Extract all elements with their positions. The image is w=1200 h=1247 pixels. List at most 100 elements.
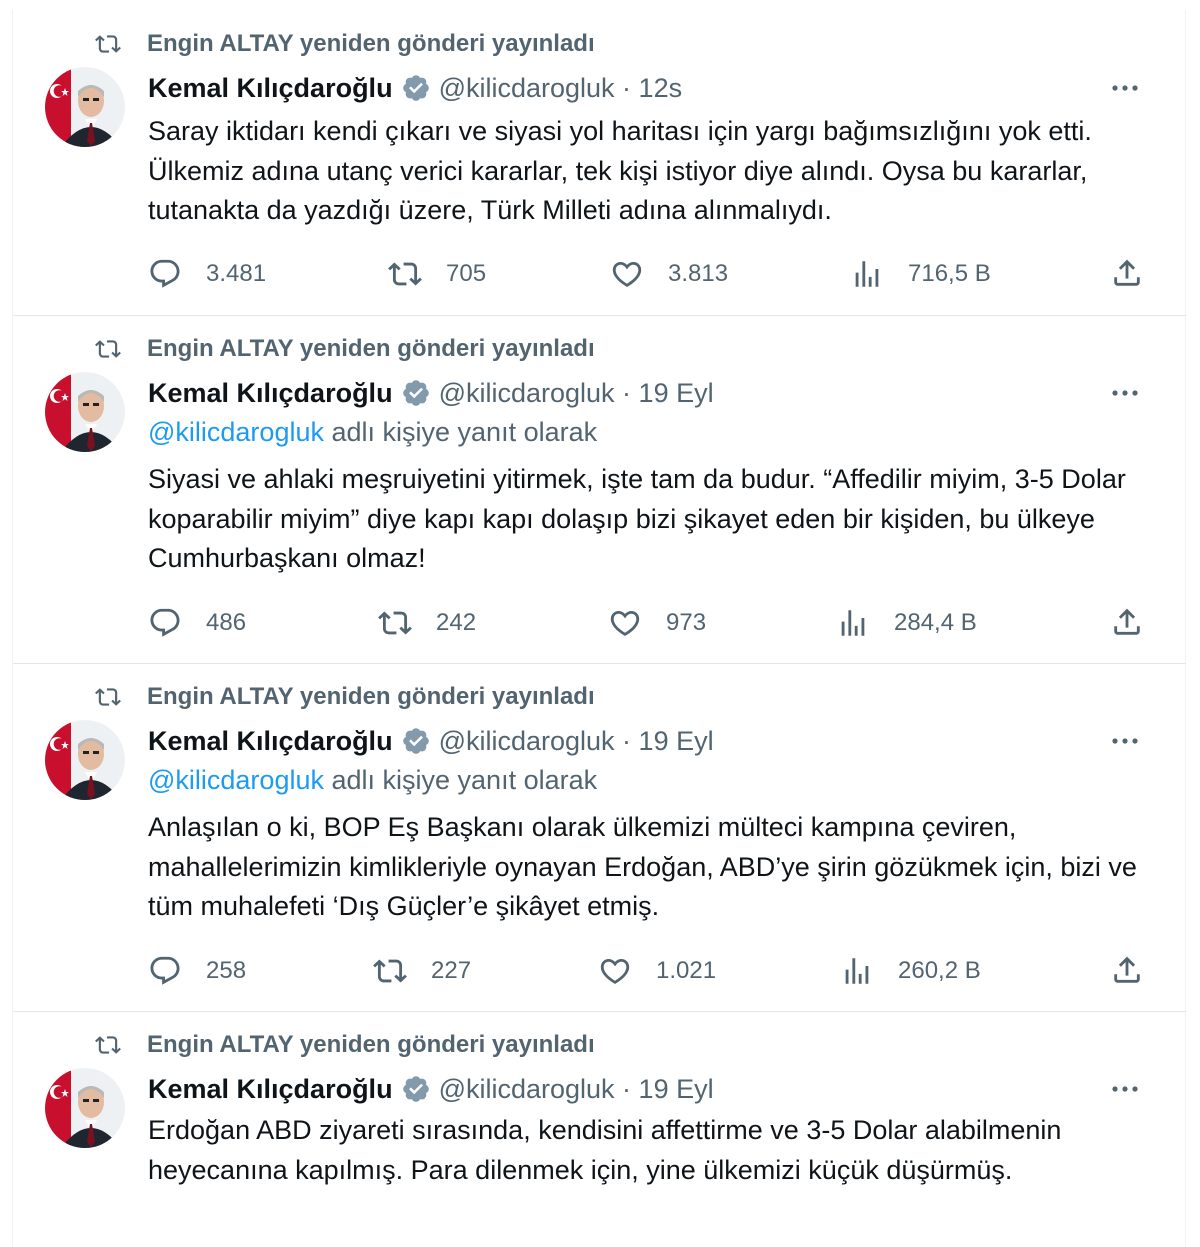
tweet-text: Saray iktidarı kendi çıkarı ve siyasi yo… [148,116,1092,225]
retweet-label[interactable]: Engin ALTAY yeniden gönderi yayınladı [147,335,595,363]
retweet-indicator: Engin ALTAY yeniden gönderi yayınladı [91,335,595,363]
author-handle[interactable]: @kilicdarogluk [439,73,615,104]
views-button[interactable]: 284,4 B [836,605,977,641]
retweet-icon [373,954,407,988]
author-handle[interactable]: @kilicdarogluk [439,726,615,757]
author-name[interactable]: Kemal Kılıçdaroğlu [148,73,393,104]
retweet-label[interactable]: Engin ALTAY yeniden gönderi yayınladı [147,1031,595,1059]
retweet-icon [91,336,125,362]
retweet-icon [91,1032,125,1058]
author-name[interactable]: Kemal Kılıçdaroğlu [148,726,393,757]
avatar[interactable] [45,720,125,800]
author-name[interactable]: Kemal Kılıçdaroğlu [148,1074,393,1105]
reply-to-link[interactable]: @kilicdarogluk [148,765,324,795]
more-options-icon[interactable] [1110,388,1140,398]
retweet-button[interactable]: 227 [373,953,471,989]
tweet-actions: 3.481 705 3.813 716,5 B [148,256,1158,292]
heart-icon [608,606,642,640]
verified-badge-icon [401,1074,431,1104]
heart-icon [598,954,632,988]
tweet-header: Kemal Kılıçdaroğlu @kilicdarogluk · 19 E… [148,723,714,759]
reply-count: 258 [206,957,247,984]
share-icon[interactable] [1110,605,1144,639]
reply-count: 486 [206,609,247,636]
views-count: 284,4 B [894,609,977,636]
tweet-text: Anlaşılan o ki, BOP Eş Başkanı olarak ül… [148,812,1137,921]
retweet-icon [91,684,125,710]
reply-to-label: adlı kişiye yanıt olarak [323,417,598,447]
reply-context: @kilicdarogluk adlı kişiye yanıt olarak [148,765,597,796]
tweet-item[interactable]: Engin ALTAY yeniden gönderi yayınladı Ke… [13,1011,1186,1247]
reply-icon [148,954,182,988]
avatar[interactable] [45,1068,125,1148]
retweet-indicator: Engin ALTAY yeniden gönderi yayınladı [91,1031,595,1059]
tweet-item[interactable]: Engin ALTAY yeniden gönderi yayınladı Ke… [13,10,1186,316]
reply-to-label: adlı kişiye yanıt olarak [323,765,598,795]
share-icon[interactable] [1110,953,1144,987]
share-icon[interactable] [1110,256,1144,290]
avatar[interactable] [45,372,125,452]
reply-icon [148,606,182,640]
reply-button[interactable]: 3.481 [148,256,266,292]
more-options-icon[interactable] [1110,1084,1140,1094]
retweet-button[interactable]: 705 [388,256,486,292]
tweet-time[interactable]: 19 Eyl [639,726,714,757]
verified-badge-icon [401,73,431,103]
like-button[interactable]: 1.021 [598,953,716,989]
tweet-item[interactable]: Engin ALTAY yeniden gönderi yayınladı Ke… [13,315,1186,664]
reply-button[interactable]: 258 [148,953,246,989]
reply-button[interactable]: 486 [148,605,246,641]
retweet-icon [91,31,125,57]
tweet-header: Kemal Kılıçdaroğlu @kilicdarogluk · 12s [148,70,682,106]
separator-dot: · [614,1073,639,1104]
retweet-count: 227 [431,957,472,984]
reply-context: @kilicdarogluk adlı kişiye yanıt olarak [148,417,597,448]
verified-badge-icon [401,726,431,756]
avatar[interactable] [45,67,125,147]
author-handle[interactable]: @kilicdarogluk [439,378,615,409]
author-name[interactable]: Kemal Kılıçdaroğlu [148,378,393,409]
author-handle[interactable]: @kilicdarogluk [439,1074,615,1105]
reply-count: 3.481 [206,260,267,287]
like-button[interactable]: 973 [608,605,706,641]
views-count: 260,2 B [898,957,981,984]
tweet-text: Siyasi ve ahlaki meşruiyetini yitirmek, … [148,464,1126,573]
tweet-actions: 486 242 973 284,4 B [148,605,1158,641]
separator-dot: · [614,72,639,103]
views-count: 716,5 B [908,260,991,287]
tweet-time[interactable]: 19 Eyl [639,378,714,409]
views-button[interactable]: 716,5 B [850,256,991,292]
tweet-time[interactable]: 19 Eyl [639,1074,714,1105]
retweet-label[interactable]: Engin ALTAY yeniden gönderi yayınladı [147,30,595,58]
reply-icon [148,257,182,291]
separator-dot: · [614,725,639,756]
tweet-header: Kemal Kılıçdaroğlu @kilicdarogluk · 19 E… [148,1071,714,1107]
retweet-count: 705 [446,260,487,287]
like-count: 1.021 [656,957,717,984]
views-chart-icon [836,606,870,640]
heart-icon [610,257,644,291]
tweet-item[interactable]: Engin ALTAY yeniden gönderi yayınladı Ke… [13,663,1186,1012]
like-count: 973 [666,609,707,636]
more-options-icon[interactable] [1110,83,1140,93]
views-button[interactable]: 260,2 B [840,953,981,989]
retweet-indicator: Engin ALTAY yeniden gönderi yayınladı [91,30,595,58]
retweet-icon [388,257,422,291]
tweet-actions: 258 227 1.021 260,2 B [148,953,1158,989]
retweet-count: 242 [436,609,477,636]
like-button[interactable]: 3.813 [610,256,728,292]
verified-badge-icon [401,378,431,408]
tweet-time[interactable]: 12s [639,73,683,104]
retweet-icon [378,606,412,640]
views-chart-icon [840,954,874,988]
reply-to-link[interactable]: @kilicdarogluk [148,417,324,447]
views-chart-icon [850,257,884,291]
separator-dot: · [614,377,639,408]
more-options-icon[interactable] [1110,736,1140,746]
tweet-text: Erdoğan ABD ziyareti sırasında, kendisin… [148,1115,1062,1185]
retweet-indicator: Engin ALTAY yeniden gönderi yayınladı [91,683,595,711]
retweet-label[interactable]: Engin ALTAY yeniden gönderi yayınladı [147,683,595,711]
tweet-header: Kemal Kılıçdaroğlu @kilicdarogluk · 19 E… [148,375,714,411]
like-count: 3.813 [668,260,729,287]
retweet-button[interactable]: 242 [378,605,476,641]
